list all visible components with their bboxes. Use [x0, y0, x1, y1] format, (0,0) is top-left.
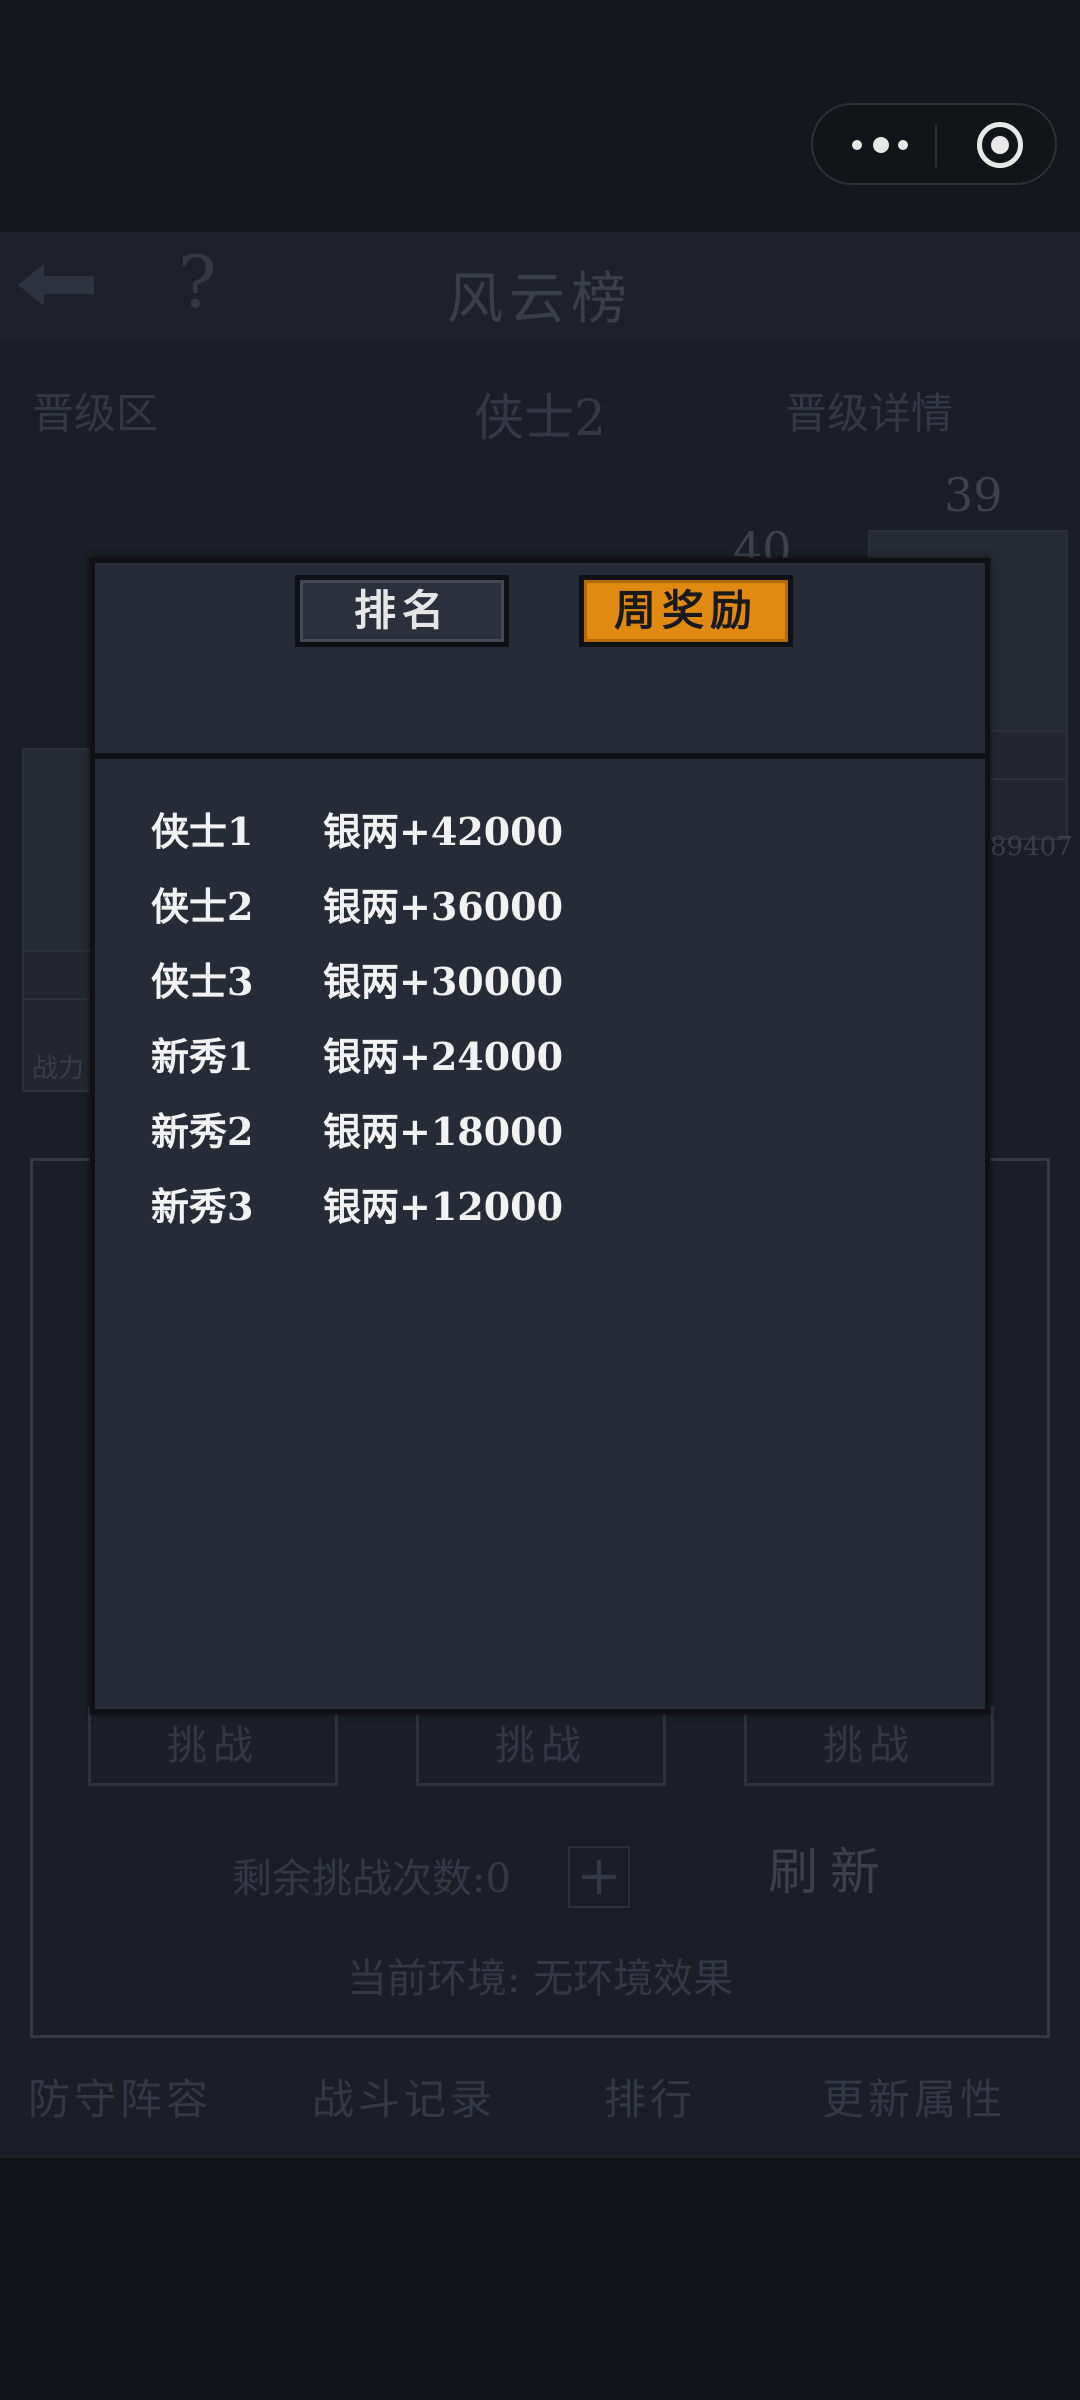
- refresh-button[interactable]: 刷新: [710, 1832, 950, 1912]
- reward-tier: 新秀1: [151, 1034, 254, 1079]
- empty-area: [0, 2158, 1080, 2400]
- card-row: [24, 998, 100, 1046]
- reward-amount: 银两+30000: [323, 959, 564, 1004]
- reward-amount: 银两+18000: [323, 1109, 564, 1154]
- top-bar: ? 风云榜: [0, 232, 1080, 340]
- promo-detail-link[interactable]: 晋级详情: [785, 380, 953, 441]
- power-value: 89407: [990, 832, 1073, 862]
- nav-update-attributes[interactable]: 更新属性: [822, 2066, 1006, 2127]
- challenge-button[interactable]: 挑战: [744, 1706, 994, 1786]
- modal-header: 排名 周奖励: [95, 563, 985, 759]
- nav-defense-lineup[interactable]: 防守阵容: [28, 2066, 212, 2127]
- miniprogram-capsule: [811, 103, 1057, 185]
- reward-tier: 侠士2: [151, 884, 254, 929]
- rank-number: 39: [944, 468, 1003, 522]
- nav-battle-log[interactable]: 战斗记录: [312, 2066, 496, 2127]
- reward-modal: 排名 周奖励 侠士1 银两+42000 侠士2 银两+36000 侠士3 银两+…: [90, 558, 990, 1714]
- power-label: 战力: [32, 1054, 85, 1084]
- challenge-button[interactable]: 挑战: [416, 1706, 666, 1786]
- reward-amount: 银两+12000: [323, 1184, 564, 1229]
- reward-tier: 新秀3: [151, 1184, 254, 1229]
- tab-rank[interactable]: 排名: [295, 575, 509, 647]
- reward-amount: 银两+24000: [323, 1034, 564, 1079]
- card-row: [24, 950, 100, 998]
- reward-tier: 侠士3: [151, 959, 254, 1004]
- reward-tier: 侠士1: [151, 809, 254, 854]
- environment-text: 当前环境: 无环境效果: [346, 1956, 734, 2002]
- page-title: 风云榜: [447, 267, 633, 332]
- screen: ? 风云榜 晋级区 侠士2 晋级详情 39 40 89407 战力 剩余挑战次数…: [0, 0, 1080, 2400]
- remaining-challenges: 剩余挑战次数:0: [232, 1856, 511, 1902]
- capsule-divider: [935, 125, 937, 167]
- challenge-button[interactable]: 挑战: [88, 1706, 338, 1786]
- nav-ranking[interactable]: 排行: [604, 2066, 696, 2127]
- add-challenges-button[interactable]: +: [568, 1846, 630, 1908]
- more-dots-icon[interactable]: [850, 133, 910, 157]
- target-icon[interactable]: [977, 122, 1023, 168]
- reward-tier: 新秀2: [151, 1109, 254, 1154]
- reward-amount: 银两+42000: [323, 809, 564, 854]
- reward-amount: 银两+36000: [323, 884, 564, 929]
- avatar: [24, 750, 100, 950]
- tab-weekly-reward[interactable]: 周奖励: [579, 575, 793, 647]
